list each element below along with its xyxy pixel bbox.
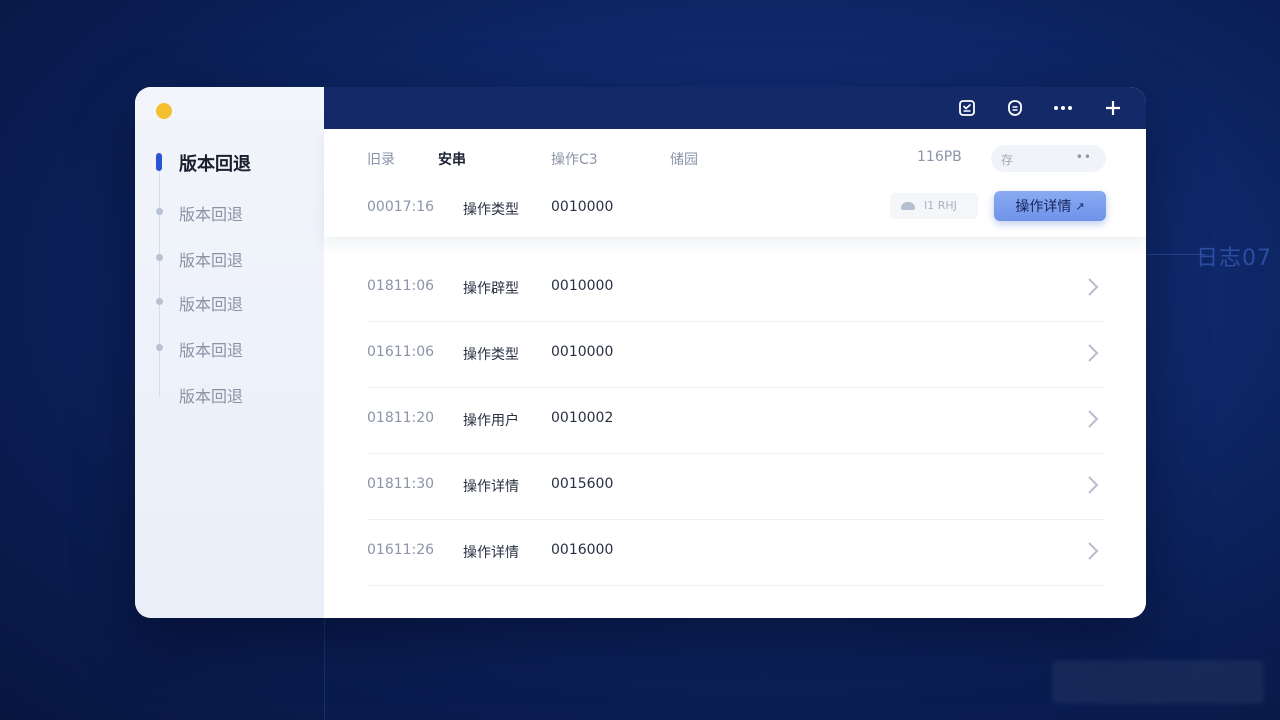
- sidebar-item-version-rollback[interactable]: 版本回退: [179, 337, 243, 361]
- row-code: 0010002: [551, 410, 614, 426]
- row-code: 0015600: [551, 476, 614, 492]
- chevron-right-icon: [1088, 344, 1099, 362]
- row-code: 0016000: [551, 542, 614, 558]
- row-time: 01611:06: [367, 344, 435, 360]
- table-row[interactable]: 01811:20 操作用户 0010002: [367, 388, 1105, 454]
- sidebar-item-version-rollback[interactable]: 版本回退: [179, 291, 243, 315]
- main-panel: 旧录 安串 操作C3 储园 116PB 存 •• 00017:16 操作类型 0…: [324, 129, 1146, 618]
- background-blur-block: [1052, 660, 1264, 704]
- row-time: 01811:20: [367, 410, 435, 426]
- column-header-active[interactable]: 安串: [438, 149, 466, 169]
- sidebar-item-version-rollback[interactable]: 版本回退: [179, 150, 251, 176]
- more-icon[interactable]: [1050, 95, 1076, 121]
- row-code: 0010000: [551, 278, 614, 294]
- sidebar-bullet: [156, 208, 163, 215]
- cloud-icon: [901, 202, 915, 210]
- sidebar-active-marker: [156, 153, 162, 171]
- sidebar-item-version-rollback[interactable]: 版本回退: [179, 201, 243, 225]
- save-icon[interactable]: [954, 95, 980, 121]
- row-operation: 操作详情: [463, 479, 519, 495]
- operation-details-button[interactable]: 操作详情 ↗: [994, 191, 1106, 221]
- row-operation: 操作详情: [463, 545, 519, 561]
- header-card: 旧录 安串 操作C3 储园 116PB 存 •• 00017:16 操作类型 0…: [324, 129, 1146, 237]
- shield-icon[interactable]: [1002, 95, 1028, 121]
- window-status-dot[interactable]: [156, 103, 172, 119]
- background-line: [324, 617, 325, 720]
- sidebar-bullet: [156, 254, 163, 261]
- table-row[interactable]: 01611:26 操作详情 0016000: [367, 520, 1105, 586]
- chevron-right-icon: [1088, 278, 1099, 296]
- sidebar-bullet: [156, 298, 163, 305]
- more-icon: ••: [1075, 150, 1092, 164]
- size-label: 116PB: [917, 149, 962, 165]
- column-header[interactable]: 储园: [670, 149, 698, 169]
- row-time: 01811:06: [367, 278, 435, 294]
- filter-pill-label: 存: [1001, 153, 1014, 167]
- row-operation: 操作类型: [463, 347, 519, 363]
- row-code: 0010000: [551, 199, 614, 215]
- sidebar-timeline-track: [159, 157, 160, 397]
- row-code: 0010000: [551, 344, 614, 360]
- row-operation: 操作辟型: [463, 281, 519, 297]
- table-row[interactable]: 01811:30 操作详情 0015600: [367, 454, 1105, 520]
- background-side-text: 日志07: [1196, 246, 1272, 271]
- row-operation: 操作类型: [463, 202, 519, 218]
- chevron-right-icon: [1088, 410, 1099, 428]
- add-icon[interactable]: [1100, 95, 1126, 121]
- table-row[interactable]: 01811:06 操作辟型 0010000: [367, 256, 1105, 322]
- status-chip[interactable]: I1 RHJ: [890, 193, 978, 219]
- app-window: 版本回退 版本回退 版本回退 版本回退 版本回退 版本回退 旧录 安串 操作C3…: [135, 87, 1146, 618]
- sidebar-bullet: [156, 344, 163, 351]
- row-time: 01611:26: [367, 542, 435, 558]
- table-row[interactable]: 01611:06 操作类型 0010000: [367, 322, 1105, 388]
- row-time: 01811:30: [367, 476, 435, 492]
- status-chip-label: I1 RHJ: [924, 199, 957, 212]
- column-header[interactable]: 旧录: [367, 149, 395, 169]
- chevron-right-icon: [1088, 476, 1099, 494]
- sidebar: 版本回退 版本回退 版本回退 版本回退 版本回退 版本回退: [135, 87, 324, 618]
- row-operation: 操作用户: [463, 413, 519, 429]
- column-header[interactable]: 操作C3: [551, 149, 598, 169]
- title-bar: [324, 87, 1146, 129]
- sidebar-item-version-rollback[interactable]: 版本回退: [179, 383, 243, 407]
- chevron-right-icon: [1088, 542, 1099, 560]
- expand-icon: ↗: [1075, 199, 1085, 213]
- sidebar-item-version-rollback[interactable]: 版本回退: [179, 247, 243, 271]
- row-time: 00017:16: [367, 199, 435, 215]
- filter-pill[interactable]: 存 ••: [991, 145, 1106, 172]
- operation-details-label: 操作详情: [1015, 199, 1072, 215]
